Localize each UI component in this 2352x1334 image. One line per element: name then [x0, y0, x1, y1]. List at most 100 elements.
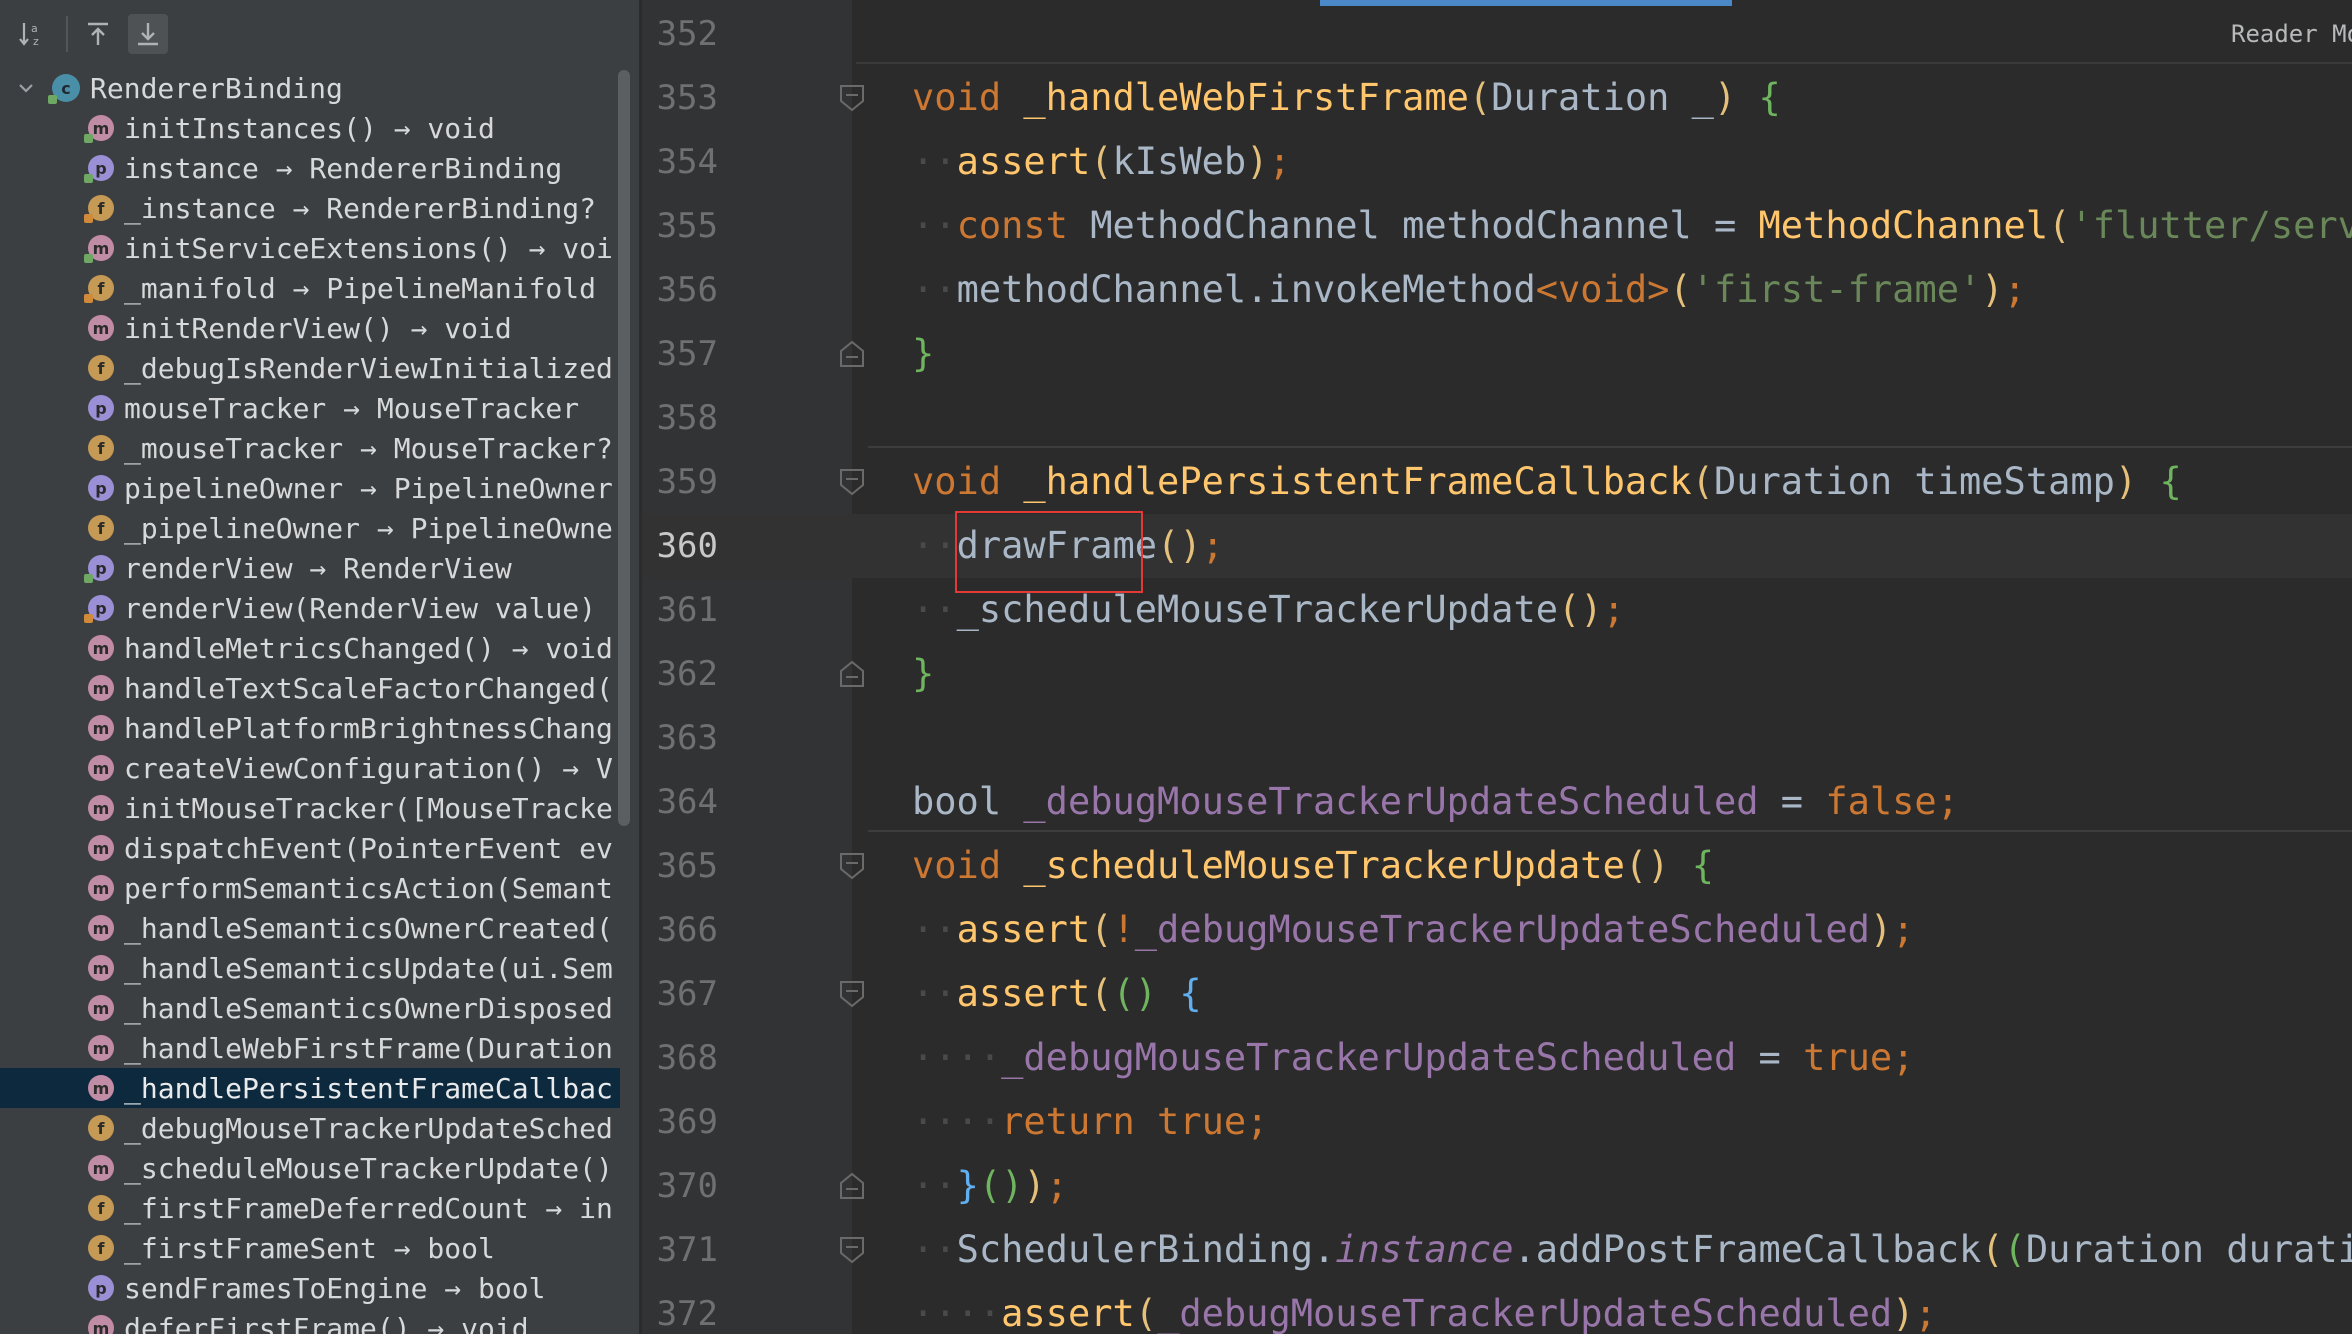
line-number: 360	[656, 526, 718, 566]
fold-open-icon[interactable]	[838, 851, 866, 881]
tree-item[interactable]: f _mouseTracker → MouseTracker?	[0, 428, 620, 468]
code-token: {	[1691, 844, 1714, 887]
code-token: void	[912, 76, 1002, 119]
property-icon: p	[88, 475, 114, 501]
tree-item[interactable]: m createViewConfiguration() → V	[0, 748, 620, 788]
code-token: (	[1691, 460, 1714, 503]
tree-item-label: initServiceExtensions() → voi	[124, 231, 613, 265]
code-line[interactable]: 370 ··}());	[642, 1154, 2352, 1218]
tree-item[interactable]: m _handleSemanticsOwnerDisposed	[0, 988, 620, 1028]
tree-item[interactable]: p renderView → RenderView	[0, 548, 620, 588]
code-line[interactable]: 352	[642, 2, 2352, 66]
tree-item[interactable]: m _handleWebFirstFrame(Duration	[0, 1028, 620, 1068]
code-line[interactable]: 354 ··assert(kIsWeb);	[642, 130, 2352, 194]
fold-open-icon[interactable]	[838, 979, 866, 1009]
code-line[interactable]: 360 ··drawFrame();	[642, 514, 2352, 578]
code-editor[interactable]: Reader Mo 352 353 void _handleWebFirstFram…	[642, 0, 2352, 1334]
code-line[interactable]: 369 ····return true;	[642, 1090, 2352, 1154]
code-line[interactable]: 371 ··SchedulerBinding.instance.addPostFr…	[642, 1218, 2352, 1282]
lock-icon	[84, 294, 93, 303]
code-line[interactable]: 353 void _handleWebFirstFrame(Duration _)…	[642, 66, 2352, 130]
tree-item[interactable]: f _instance → RendererBinding?	[0, 188, 620, 228]
tree-item[interactable]: m _scheduleMouseTrackerUpdate()	[0, 1148, 620, 1188]
code-line[interactable]: 361 ··_scheduleMouseTrackerUpdate();	[642, 578, 2352, 642]
code-line[interactable]: 364 bool _debugMouseTrackerUpdateSchedule…	[642, 770, 2352, 834]
indent-guide-dots: ··	[912, 588, 957, 631]
collapse-all-button[interactable]	[128, 14, 168, 54]
chevron-down-icon[interactable]	[14, 76, 38, 100]
code-token: =	[1758, 780, 1826, 823]
tree-item[interactable]: f _debugMouseTrackerUpdateSched	[0, 1108, 620, 1148]
fold-close-icon[interactable]	[838, 659, 866, 689]
code-line[interactable]: 357}	[642, 322, 2352, 386]
code-token: assert	[956, 972, 1091, 1015]
tree-root-label: RendererBinding	[90, 71, 343, 105]
sort-alphabetically-button[interactable]: a z	[12, 14, 52, 54]
tree-item[interactable]: p renderView(RenderView value)	[0, 588, 620, 628]
tree-item[interactable]: p instance → RendererBinding	[0, 148, 620, 188]
tree-item[interactable]: p sendFramesToEngine → bool	[0, 1268, 620, 1308]
tree-item[interactable]: f _manifold → PipelineManifold	[0, 268, 620, 308]
tree-item[interactable]: f _debugIsRenderViewInitialized	[0, 348, 620, 388]
tree-item[interactable]: m initServiceExtensions() → voi	[0, 228, 620, 268]
tree-item-label: initRenderView() → void	[124, 311, 512, 345]
code-text: void _handlePersistentFrameCallback(Dura…	[912, 450, 2182, 514]
fold-open-icon[interactable]	[838, 83, 866, 113]
indent-guide-dots: ··	[912, 204, 957, 247]
line-number: 362	[656, 654, 718, 694]
code-line[interactable]: 365 void _scheduleMouseTrackerUpdate() {	[642, 834, 2352, 898]
code-line[interactable]: 355 ··const MethodChannel methodChannel =…	[642, 194, 2352, 258]
code-line[interactable]: 368 ····_debugMouseTrackerUpdateScheduled…	[642, 1026, 2352, 1090]
indent-guide-dots: ··	[912, 1292, 957, 1334]
expand-all-button[interactable]	[78, 14, 118, 54]
tree-item[interactable]: m _handleSemanticsOwnerCreated(	[0, 908, 620, 948]
line-number: 369	[656, 1102, 718, 1142]
code-token: <void>	[1535, 268, 1670, 311]
tree-item[interactable]: m initRenderView() → void	[0, 308, 620, 348]
code-line[interactable]: 356 ··methodChannel.invokeMethod<void>('f…	[642, 258, 2352, 322]
tree-item[interactable]: m _handlePersistentFrameCallbac	[0, 1068, 620, 1108]
line-number: 370	[656, 1166, 718, 1206]
code-token: ;	[1602, 588, 1625, 631]
sort-icon: a z	[19, 22, 39, 48]
tree-item[interactable]: m initMouseTracker([MouseTracke	[0, 788, 620, 828]
method-icon: m	[88, 1035, 114, 1061]
code-token: ;	[1045, 1164, 1068, 1207]
tree-item[interactable]: m handleTextScaleFactorChanged(	[0, 668, 620, 708]
tree-item[interactable]: f _pipelineOwner → PipelineOwne	[0, 508, 620, 548]
fold-close-icon[interactable]	[838, 339, 866, 369]
code-token: )	[1023, 1164, 1046, 1207]
fold-close-icon[interactable]	[838, 1171, 866, 1201]
structure-scrollbar[interactable]	[618, 70, 630, 826]
field-icon: f	[88, 355, 114, 381]
tree-item-label: _scheduleMouseTrackerUpdate()	[124, 1151, 613, 1185]
indent-guide-dots: ··	[912, 1164, 957, 1207]
code-token: bool	[912, 780, 1024, 823]
tree-item[interactable]: m handlePlatformBrightnessChang	[0, 708, 620, 748]
tree-item[interactable]: m deferFirstFrame() → void	[0, 1308, 620, 1334]
tree-item[interactable]: m handleMetricsChanged() → void	[0, 628, 620, 668]
tree-item[interactable]: p pipelineOwner → PipelineOwner	[0, 468, 620, 508]
code-line[interactable]: 366 ··assert(!_debugMouseTrackerUpdateSch…	[642, 898, 2352, 962]
fold-open-icon[interactable]	[838, 467, 866, 497]
code-line[interactable]: 362}	[642, 642, 2352, 706]
tree-root-row[interactable]: c RendererBinding	[0, 68, 620, 108]
tree-item[interactable]: m _handleSemanticsUpdate(ui.Sem	[0, 948, 620, 988]
tree-item[interactable]: f _firstFrameSent → bool	[0, 1228, 620, 1268]
fold-open-icon[interactable]	[838, 1235, 866, 1265]
code-line[interactable]: 372 ····assert(_debugMouseTrackerUpdateSc…	[642, 1282, 2352, 1334]
tree-item[interactable]: f _firstFrameDeferredCount → in	[0, 1188, 620, 1228]
tree-item[interactable]: m dispatchEvent(PointerEvent ev	[0, 828, 620, 868]
tree-item-label: _handleWebFirstFrame(Duration	[124, 1031, 613, 1065]
tree-item[interactable]: m performSemanticsAction(Semant	[0, 868, 620, 908]
tree-item[interactable]: p mouseTracker → MouseTracker	[0, 388, 620, 428]
property-icon: p	[84, 555, 114, 583]
tree-item-label: _firstFrameDeferredCount → in	[124, 1191, 613, 1225]
code-line[interactable]: 367 ··assert(() {	[642, 962, 2352, 1026]
code-line[interactable]: 363	[642, 706, 2352, 770]
tree-item[interactable]: m initInstances() → void	[0, 108, 620, 148]
field-icon: f	[88, 1195, 114, 1221]
code-line[interactable]: 358	[642, 386, 2352, 450]
code-line[interactable]: 359 void _handlePersistentFrameCallback(D…	[642, 450, 2352, 514]
line-number: 359	[656, 462, 718, 502]
